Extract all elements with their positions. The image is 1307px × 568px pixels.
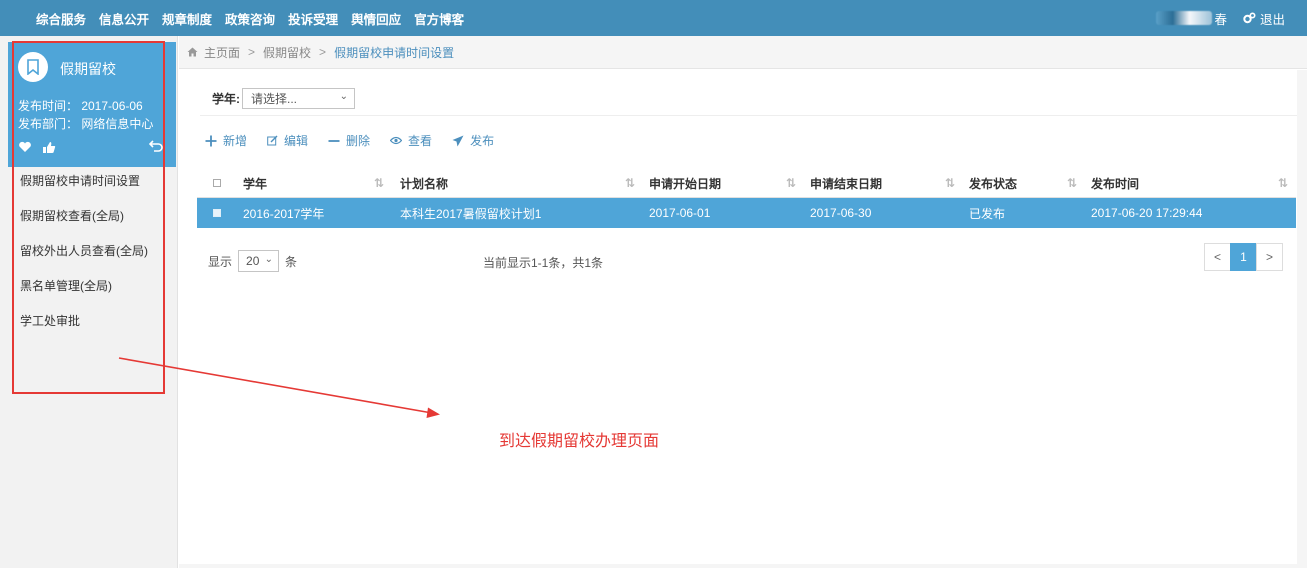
chevron-down-icon: ⌄ bbox=[264, 254, 274, 265]
side-menu: 假期留校申请时间设置 假期留校查看(全局) 留校外出人员查看(全局) 黑名单管理… bbox=[20, 173, 148, 348]
publish-label: 发布 bbox=[470, 134, 495, 148]
breadcrumb-level1[interactable]: 假期留校 bbox=[263, 44, 311, 61]
sidebar: 假期留校 发布时间： 2017-06-06 发布部门： 网络信息中心 假期留校申… bbox=[0, 36, 178, 568]
delete-button[interactable]: 删除 bbox=[328, 132, 370, 149]
breadcrumb: 主页面 > 假期留校 > 假期留校申请时间设置 bbox=[179, 36, 1307, 69]
heart-icon[interactable] bbox=[18, 141, 32, 153]
user-area: 春 退出 bbox=[1156, 0, 1285, 36]
edit-button[interactable]: 编辑 bbox=[267, 132, 308, 149]
sort-icon[interactable]: ⇅ bbox=[625, 176, 635, 190]
publish-time: 发布时间： 2017-06-06 bbox=[18, 99, 143, 113]
side-menu-item-view-global[interactable]: 假期留校查看(全局) bbox=[20, 208, 148, 243]
home-icon bbox=[187, 47, 198, 57]
top-nav: 综合服务 信息公开 规章制度 政策咨询 投诉受理 舆情回应 官方博客 bbox=[36, 0, 477, 36]
side-menu-item-time-settings[interactable]: 假期留校申请时间设置 bbox=[20, 173, 148, 208]
col-header-year[interactable]: 学年 bbox=[243, 168, 267, 198]
add-label: 新增 bbox=[223, 134, 248, 148]
view-button[interactable]: 查看 bbox=[390, 132, 432, 149]
nav-item-policy-consult[interactable]: 政策咨询 bbox=[225, 9, 275, 28]
page-size-control: 显示 20 ⌄ 条 bbox=[208, 250, 297, 272]
toolbar: 新增 编辑 删除 查看 发布 bbox=[205, 132, 514, 149]
logout-label: 退出 bbox=[1259, 12, 1285, 27]
year-select-value: 请选择... bbox=[251, 92, 298, 106]
publish-dept: 发布部门： 网络信息中心 bbox=[18, 117, 154, 131]
cell-end-date: 2017-06-30 bbox=[810, 206, 872, 220]
col-header-status[interactable]: 发布状态 bbox=[969, 168, 1017, 198]
unit-label: 条 bbox=[285, 254, 298, 269]
cell-status: 已发布 bbox=[969, 206, 1006, 221]
minus-icon bbox=[328, 135, 340, 147]
delete-label: 删除 bbox=[346, 134, 371, 148]
cogs-icon bbox=[1243, 12, 1256, 24]
page-size-value: 20 bbox=[246, 254, 260, 268]
page-1-button[interactable]: 1 bbox=[1230, 243, 1257, 271]
app-info-card: 假期留校 发布时间： 2017-06-06 发布部门： 网络信息中心 bbox=[8, 42, 176, 167]
nav-item-regulations[interactable]: 规章制度 bbox=[162, 9, 212, 28]
breadcrumb-home[interactable]: 主页面 bbox=[204, 44, 240, 61]
bottom-gutter bbox=[179, 564, 1307, 568]
breadcrumb-separator: > bbox=[319, 45, 327, 59]
nav-item-info-public[interactable]: 信息公开 bbox=[99, 9, 149, 28]
thumbs-up-icon[interactable] bbox=[42, 141, 56, 154]
scroll-gutter bbox=[1297, 70, 1307, 564]
breadcrumb-separator: > bbox=[248, 45, 256, 59]
nav-item-official-blog[interactable]: 官方博客 bbox=[414, 9, 464, 28]
eye-icon bbox=[390, 136, 403, 145]
undo-icon[interactable] bbox=[149, 139, 164, 152]
bookmark-icon bbox=[18, 52, 48, 82]
col-header-start-date[interactable]: 申请开始日期 bbox=[649, 168, 721, 198]
page-info: 当前显示1-1条，共1条 bbox=[483, 256, 604, 270]
sort-icon[interactable]: ⇅ bbox=[374, 176, 384, 190]
year-filter-label: 学年: bbox=[212, 92, 240, 106]
next-page-button[interactable]: > bbox=[1256, 243, 1283, 271]
col-header-publish-time[interactable]: 发布时间 bbox=[1091, 168, 1139, 198]
year-select[interactable]: 请选择... ⌄ bbox=[242, 88, 355, 109]
year-filter: 学年: 请选择... ⌄ bbox=[212, 88, 355, 109]
col-header-plan-name[interactable]: 计划名称 bbox=[400, 168, 448, 198]
annotation-text: 到达假期留校办理页面 bbox=[499, 433, 660, 450]
side-menu-item-blacklist[interactable]: 黑名单管理(全局) bbox=[20, 278, 148, 313]
card-actions bbox=[18, 139, 168, 157]
sort-icon[interactable]: ⇅ bbox=[786, 176, 796, 190]
paper-plane-icon bbox=[452, 135, 464, 147]
divider bbox=[200, 115, 1297, 116]
plus-icon bbox=[205, 135, 217, 147]
nav-item-comprehensive-services[interactable]: 综合服务 bbox=[36, 9, 86, 28]
app-title: 假期留校 bbox=[60, 61, 116, 77]
show-label: 显示 bbox=[208, 254, 233, 269]
page-size-select[interactable]: 20 ⌄ bbox=[238, 250, 280, 272]
table-header: 学年 ⇅ 计划名称 ⇅ 申请开始日期 ⇅ 申请结束日期 ⇅ 发布状态 ⇅ 发布时… bbox=[197, 168, 1296, 198]
user-name[interactable]: 春 bbox=[1214, 9, 1227, 28]
sort-icon[interactable]: ⇅ bbox=[945, 176, 955, 190]
row-checkbox[interactable] bbox=[213, 198, 221, 228]
publish-button[interactable]: 发布 bbox=[452, 132, 494, 149]
top-navbar: 综合服务 信息公开 规章制度 政策咨询 投诉受理 舆情回应 官方博客 春 退出 bbox=[0, 0, 1307, 36]
pagination: < 1 > bbox=[1204, 243, 1283, 271]
col-header-end-date[interactable]: 申请结束日期 bbox=[810, 168, 882, 198]
main-content: 学年: 请选择... ⌄ 新增 编辑 删除 查看 发布 学年 ⇅ 计划名称 ⇅ … bbox=[186, 70, 1307, 564]
select-all-checkbox[interactable] bbox=[213, 168, 221, 198]
nav-item-complaints[interactable]: 投诉受理 bbox=[288, 9, 338, 28]
side-menu-item-outgoing-view[interactable]: 留校外出人员查看(全局) bbox=[20, 243, 148, 278]
prev-page-button[interactable]: < bbox=[1204, 243, 1231, 271]
add-button[interactable]: 新增 bbox=[205, 132, 247, 149]
side-menu-item-approval[interactable]: 学工处审批 bbox=[20, 313, 148, 348]
cell-publish-time: 2017-06-20 17:29:44 bbox=[1091, 206, 1203, 220]
logout-button[interactable]: 退出 bbox=[1243, 9, 1285, 28]
sort-icon[interactable]: ⇅ bbox=[1067, 176, 1077, 190]
data-table: 学年 ⇅ 计划名称 ⇅ 申请开始日期 ⇅ 申请结束日期 ⇅ 发布状态 ⇅ 发布时… bbox=[197, 168, 1296, 228]
chevron-down-icon: ⌄ bbox=[339, 91, 348, 102]
cell-plan-name: 本科生2017暑假留校计划1 bbox=[400, 206, 542, 221]
breadcrumb-current: 假期留校申请时间设置 bbox=[334, 45, 455, 60]
view-label: 查看 bbox=[408, 134, 433, 148]
cell-year: 2016-2017学年 bbox=[243, 206, 325, 221]
table-footer: 显示 20 ⌄ 条 当前显示1-1条，共1条 < 1 > bbox=[208, 243, 1296, 272]
user-name-redacted bbox=[1156, 11, 1213, 25]
nav-item-public-opinion[interactable]: 舆情回应 bbox=[351, 9, 401, 28]
edit-label: 编辑 bbox=[284, 134, 309, 148]
edit-icon bbox=[267, 135, 278, 146]
table-row[interactable]: 2016-2017学年 本科生2017暑假留校计划1 2017-06-01 20… bbox=[197, 198, 1296, 228]
sort-icon[interactable]: ⇅ bbox=[1278, 176, 1288, 190]
cell-start-date: 2017-06-01 bbox=[649, 206, 711, 220]
